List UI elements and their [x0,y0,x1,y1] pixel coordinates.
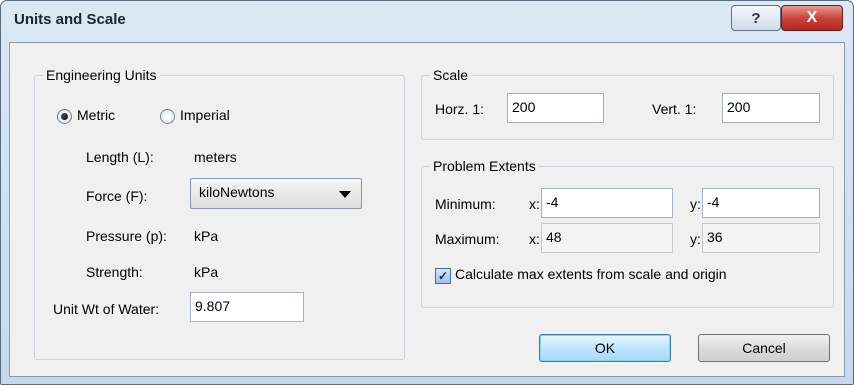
engineering-units-group: Engineering Units Metric Imperial Length… [34,67,405,360]
dialog-body: Engineering Units Metric Imperial Length… [9,42,845,377]
help-button[interactable]: ? [731,5,781,31]
max-x-label: x: [529,231,540,247]
close-icon: X [806,9,818,26]
force-units-select[interactable]: kiloNewtons [190,178,362,209]
min-y-label: y: [690,196,701,212]
maximum-label: Maximum: [435,231,500,247]
strength-value: kPa [194,264,219,280]
unit-wt-water-field[interactable]: 9.807 [190,292,304,322]
imperial-radio-label[interactable]: Imperial [180,107,230,123]
title-bar[interactable]: Units and Scale ? X [1,1,853,41]
scale-group: Scale Horz. 1: 200 Vert. 1: 200 [421,67,834,140]
max-y-field: 36 [702,223,820,253]
window-title: Units and Scale [14,11,126,28]
force-units-value: kiloNewtons [199,184,275,200]
help-icon: ? [751,9,761,27]
calc-max-extents-checkbox[interactable]: ✓ [435,268,451,284]
close-button[interactable]: X [781,5,843,31]
engineering-units-legend: Engineering Units [43,67,160,83]
cancel-button[interactable]: Cancel [698,334,830,362]
chevron-down-icon[interactable] [339,191,351,198]
vert-scale-field[interactable]: 200 [722,93,820,123]
min-x-label: x: [529,196,540,212]
max-x-field: 48 [541,223,673,253]
problem-extents-group: Problem Extents Minimum: x: -4 y: -4 Max… [421,158,834,308]
problem-extents-legend: Problem Extents [430,158,539,174]
force-label: Force (F): [86,188,148,204]
calc-max-extents-label[interactable]: Calculate max extents from scale and ori… [455,266,727,282]
length-value: meters [194,149,237,165]
metric-radio[interactable] [57,109,72,124]
minimum-label: Minimum: [435,196,496,212]
length-label: Length (L): [86,149,154,165]
vert-scale-label: Vert. 1: [652,101,697,117]
imperial-radio[interactable] [160,109,175,124]
units-and-scale-dialog: Units and Scale ? X Engineering Units Me… [0,0,854,385]
checkmark-icon: ✓ [437,269,449,283]
pressure-value: kPa [194,228,219,244]
min-x-field[interactable]: -4 [541,188,673,218]
horz-scale-field[interactable]: 200 [507,93,604,123]
unit-wt-water-label: Unit Wt of Water: [53,301,160,317]
scale-legend: Scale [430,67,472,83]
horz-scale-label: Horz. 1: [435,101,485,117]
strength-label: Strength: [86,264,143,280]
pressure-label: Pressure (p): [86,228,167,244]
metric-radio-label[interactable]: Metric [77,107,115,123]
max-y-label: y: [690,231,701,247]
min-y-field[interactable]: -4 [702,188,820,218]
ok-button[interactable]: OK [539,334,671,362]
